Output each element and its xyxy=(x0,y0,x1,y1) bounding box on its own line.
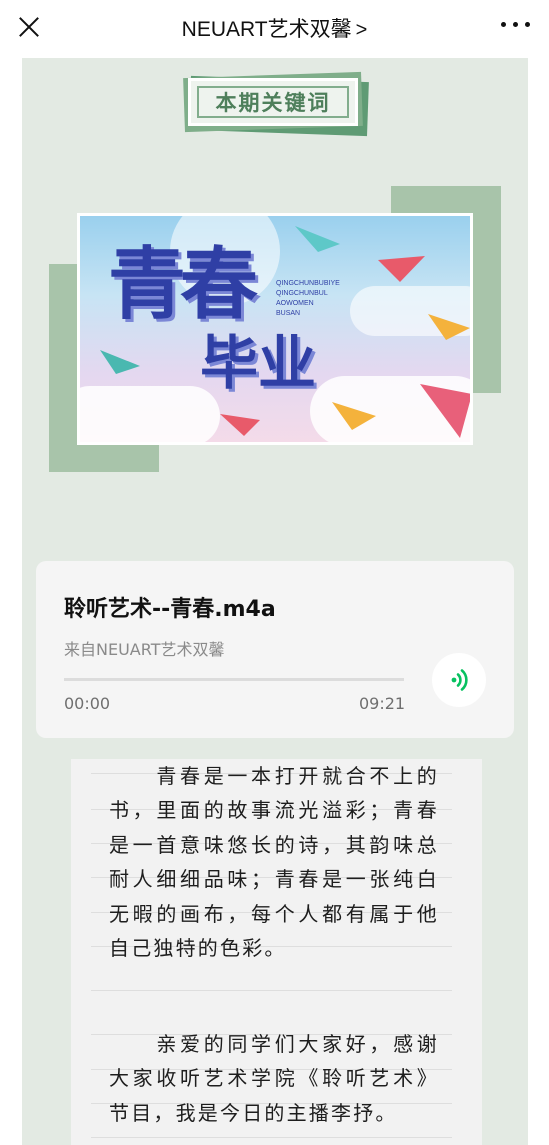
audio-title: 聆听艺术--青春.m4a xyxy=(64,597,276,622)
article-paragraph-2: 亲爱的同学们大家好，感谢大家收听艺术学院《聆听艺术》节目，我是今日的主播李抒。 xyxy=(109,1032,439,1125)
page-title[interactable]: NEUART艺术双馨 > xyxy=(0,13,549,43)
paper-planes-illustration xyxy=(100,226,470,438)
keyword-tag-text: 本期关键词 xyxy=(215,91,331,115)
keyword-tag: 本期关键词 xyxy=(183,71,369,137)
top-bar: NEUART艺术双馨 > xyxy=(0,0,549,56)
audio-total-time: 09:21 xyxy=(359,694,406,713)
paper-plane-icon xyxy=(295,226,340,252)
account-name[interactable]: NEUART艺术双馨 xyxy=(182,18,352,41)
audio-wave-icon xyxy=(451,669,468,691)
audio-progress-bar[interactable] xyxy=(64,678,404,681)
banner-image[interactable]: 青春 毕业 QINGCHUNBUBIYE QINGCHUNBUL AOWOMEN… xyxy=(77,213,473,445)
audio-source: 来自NEUART艺术双馨 xyxy=(64,640,225,659)
paper-plane-icon xyxy=(420,384,470,438)
paper-plane-icon xyxy=(100,350,140,374)
paper-plane-icon xyxy=(332,402,376,430)
paper-plane-icon xyxy=(378,256,425,282)
paper-plane-icon xyxy=(220,414,260,436)
chevron-right-icon[interactable]: > xyxy=(356,19,368,41)
audio-current-time: 00:00 xyxy=(64,694,111,713)
audio-play-button[interactable] xyxy=(432,653,486,707)
paper-plane-icon xyxy=(428,314,470,340)
article-paper: 青春是一本打开就合不上的书，里面的故事流光溢彩；青春是一首意味悠长的诗，其韵味总… xyxy=(71,759,482,1145)
article-paragraph-1: 青春是一本打开就合不上的书，里面的故事流光溢彩；青春是一首意味悠长的诗，其韵味总… xyxy=(109,764,439,961)
more-icon[interactable] xyxy=(501,22,531,30)
audio-player-card[interactable]: 聆听艺术--青春.m4a 来自NEUART艺术双馨 00:00 09:21 xyxy=(36,561,514,738)
